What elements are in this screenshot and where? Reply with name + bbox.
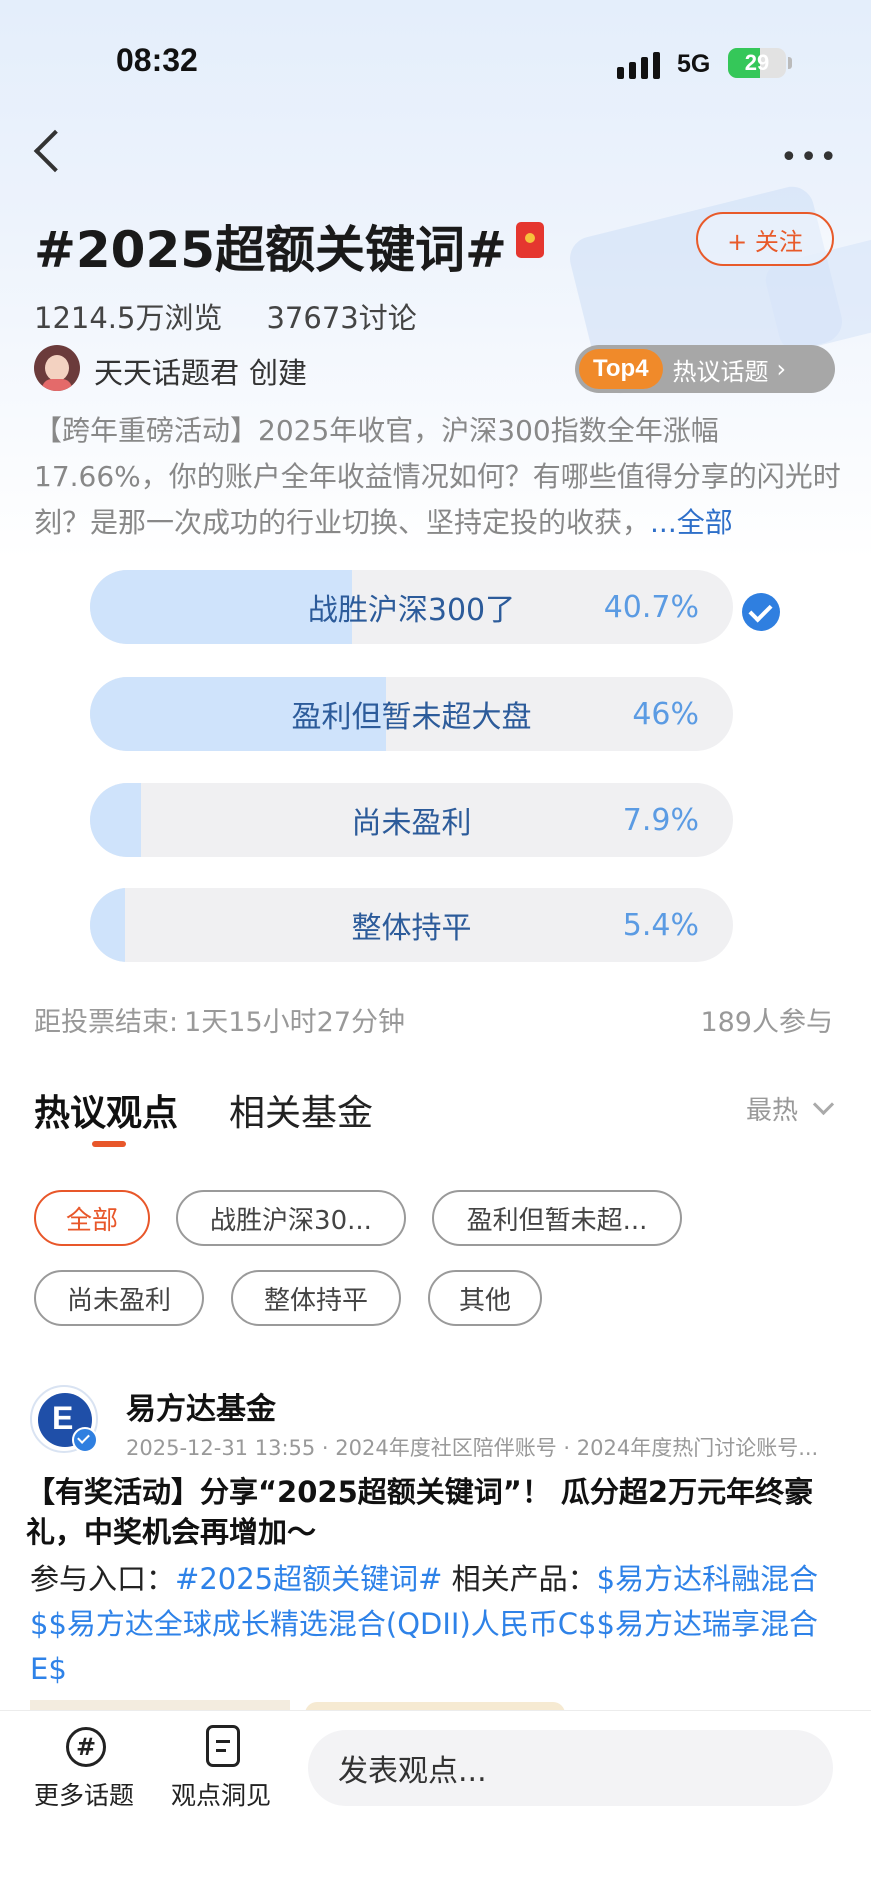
insights-button[interactable]: 观点洞见 [171,1776,271,1812]
poll-option-percent: 46% [632,696,699,732]
post-body[interactable]: 参与入口：#2025超额关键词# 相关产品：$易方达科融混合$$易方达全球成长精… [30,1557,840,1692]
poll-option[interactable]: 盈利但暂未超大盘 46% [90,677,733,751]
tab-related-funds[interactable]: 相关基金 [229,1084,373,1136]
verified-icon [72,1427,98,1453]
red-packet-icon[interactable] [516,222,544,258]
filter-chip[interactable]: 其他 [428,1270,542,1326]
tab-hot-opinions[interactable]: 热议观点 [34,1084,178,1136]
entry-label: 参与入口： [30,1562,176,1596]
post-title[interactable]: 【有奖活动】分享“2025超额关键词”！ 瓜分超2万元年终豪礼，中奖机会再增加～ [26,1472,846,1552]
rank-badge: Top4 [579,349,663,389]
expand-link[interactable]: ...全部 [650,506,733,539]
poll-option[interactable]: 战胜沪深300了 40.7% [90,570,733,644]
battery-icon: 29 [728,48,786,78]
creator-name: 天天话题君 [94,356,240,390]
battery-level: 29 [744,50,770,75]
battery-tip [788,57,792,69]
network-type: 5G [677,50,711,78]
filter-chip[interactable]: 整体持平 [231,1270,401,1326]
post-timestamp: 2025-12-31 13:55 [126,1436,316,1460]
poll-option[interactable]: 尚未盈利 7.9% [90,783,733,857]
comment-input[interactable]: 发表观点... [308,1730,833,1806]
topic-stats: 1214.5万浏览 37673讨论 [34,295,417,337]
poll-option[interactable]: 整体持平 5.4% [90,888,733,962]
creator-action: 创建 [249,356,308,390]
follow-button[interactable]: + 关注 [696,212,834,266]
filter-chip-all[interactable]: 全部 [34,1190,150,1246]
hashtag-icon[interactable]: # [66,1727,106,1767]
more-options-icon[interactable]: ••• [780,140,839,175]
fund-link[interactable]: $易方达全球成长精选混合(QDII)人民币C$ [48,1607,596,1641]
chevron-down-icon [812,1093,835,1116]
chevron-right-icon: › [776,355,787,383]
post-meta: 2025-12-31 13:552024年度社区陪伴账号2024年度热门讨论账号… [126,1432,846,1462]
filter-chip[interactable]: 战胜沪深30... [176,1190,406,1246]
deadline-value: 1天15小时27分钟 [184,1007,406,1038]
poll-option-percent: 40.7% [603,589,699,625]
sort-dropdown[interactable]: 最热 [745,1090,835,1127]
filter-chip[interactable]: 尚未盈利 [34,1270,204,1326]
topic-title: #2025超额关键词# [34,221,507,279]
sort-label: 最热 [745,1096,798,1126]
discussions-count: 37673讨论 [266,301,417,335]
views-count: 1214.5万浏览 [34,301,223,335]
post-author[interactable]: 易方达基金 [126,1384,276,1428]
document-icon[interactable] [206,1725,240,1767]
hot-topic-rank-badge[interactable]: Top4 热议话题 › [575,345,835,393]
more-topics-button[interactable]: 更多话题 [34,1776,134,1812]
signal-icon [617,52,660,79]
selected-check-icon [742,593,780,631]
rank-label: 热议话题 [672,357,769,386]
creator-info[interactable]: 天天话题君 创建 [94,350,307,392]
topic-link[interactable]: #2025超额关键词# [175,1562,442,1596]
participants-count: 189人参与 [700,1007,833,1038]
author-tag: 2024年度热门讨论账号... [557,1436,819,1460]
status-time: 08:32 [116,42,198,78]
topic-description: 【跨年重磅活动】2025年收官，沪深300指数全年涨幅17.66%，你的账户全年… [34,408,844,546]
products-label: 相关产品： [442,1562,597,1596]
deadline-label: 距投票结束: [34,1007,179,1038]
active-tab-indicator [92,1141,126,1147]
poll-deadline: 距投票结束: 1天15小时27分钟 [34,1000,405,1039]
poll-option-percent: 7.9% [622,802,699,838]
author-avatar[interactable] [30,1385,98,1453]
filter-chip[interactable]: 盈利但暂未超... [432,1190,682,1246]
creator-avatar[interactable] [34,345,80,391]
poll-option-percent: 5.4% [622,907,699,943]
author-tag: 2024年度社区陪伴账号 [315,1436,556,1460]
